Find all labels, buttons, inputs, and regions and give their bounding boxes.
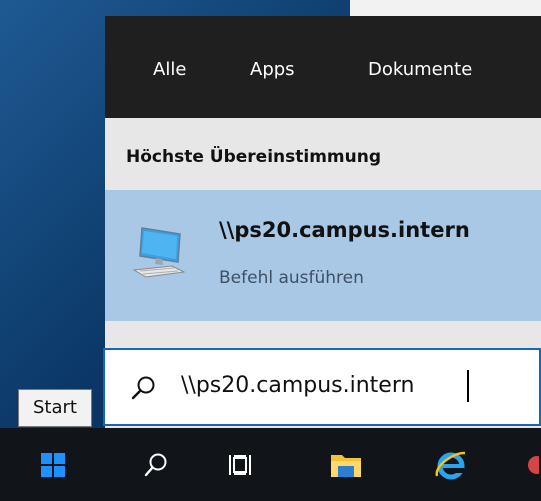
background-window-edge [350, 0, 541, 16]
taskbar [0, 428, 541, 501]
tab-documents[interactable]: Dokumente [368, 59, 472, 80]
text-caret [467, 370, 469, 402]
task-view-button[interactable] [210, 428, 272, 501]
result-title: \\ps20.campus.intern [219, 218, 470, 242]
taskbar-search-button[interactable] [125, 428, 187, 501]
tab-all[interactable]: Alle [153, 59, 186, 80]
best-match-result[interactable]: \\ps20.campus.intern Befehl ausführen [105, 190, 541, 321]
taskbar-app-partial[interactable] [520, 428, 541, 501]
search-box[interactable] [103, 348, 541, 426]
search-icon [131, 375, 157, 401]
computer-icon [130, 222, 194, 286]
best-match-heading: Höchste Übereinstimmung [126, 147, 381, 167]
internet-explorer-button[interactable] [420, 428, 482, 501]
file-explorer-button[interactable] [315, 428, 377, 501]
start-tooltip: Start [18, 389, 92, 427]
search-scope-tabs: Alle Apps Dokumente [105, 16, 541, 118]
tab-apps[interactable]: Apps [250, 59, 295, 80]
start-button[interactable] [22, 428, 84, 501]
result-subtitle: Befehl ausführen [219, 268, 364, 288]
search-input[interactable] [181, 373, 511, 398]
